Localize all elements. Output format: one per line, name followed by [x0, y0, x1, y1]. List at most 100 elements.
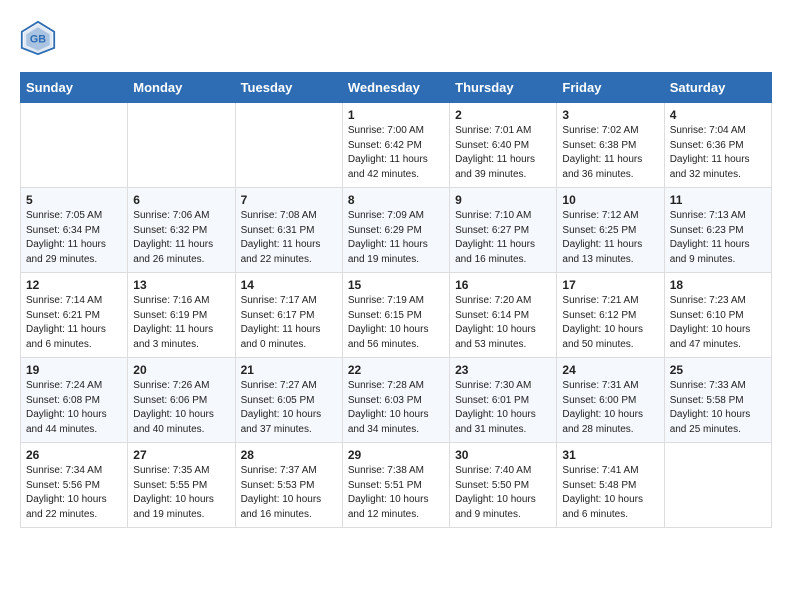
day-number: 6: [133, 193, 229, 207]
calendar-day-16: 16 Sunrise: 7:20 AMSunset: 6:14 PMDayligh…: [450, 273, 557, 358]
svg-text:GB: GB: [30, 34, 46, 46]
empty-cell: [664, 443, 771, 528]
logo: GB: [20, 20, 60, 56]
calendar-day-4: 4Sunrise: 7:04 AMSunset: 6:36 PMDaylight…: [664, 103, 771, 188]
day-number: 3: [562, 108, 658, 122]
day-header-monday: Monday: [128, 73, 235, 103]
day-number: 28: [241, 448, 337, 462]
day-number: 18: [670, 278, 766, 292]
calendar-day-22: 22 Sunrise: 7:28 AMSunset: 6:03 PMDayligh…: [342, 358, 449, 443]
day-number: 20: [133, 363, 229, 377]
calendar-week-row: 5Sunrise: 7:05 AMSunset: 6:34 PMDaylight…: [21, 188, 772, 273]
day-info: Sunrise: 7:23 AMSunset: 6:10 PMDaylight:…: [670, 294, 766, 352]
day-number: 16: [455, 278, 551, 292]
day-number: 9: [455, 193, 551, 207]
day-info: Sunrise: 7:02 AMSunset: 6:38 PMDaylight:…: [562, 124, 658, 182]
day-number: 24: [562, 363, 658, 377]
calendar-day-5: 5Sunrise: 7:05 AMSunset: 6:34 PMDaylight…: [21, 188, 128, 273]
day-number: 27: [133, 448, 229, 462]
calendar-week-row: 12Sunrise: 7:14 AMSunset: 6:21 PMDayligh…: [21, 273, 772, 358]
day-info: Sunrise: 7:00 AMSunset: 6:42 PMDaylight:…: [348, 124, 444, 182]
calendar-day-9: 9Sunrise: 7:10 AMSunset: 6:27 PMDaylight…: [450, 188, 557, 273]
day-number: 2: [455, 108, 551, 122]
calendar-table: SundayMondayTuesdayWednesdayThursdayFrid…: [20, 72, 772, 528]
calendar-day-27: 27 Sunrise: 7:35 AMSunset: 5:55 PMDayligh…: [128, 443, 235, 528]
day-info: Sunrise: 7:09 AMSunset: 6:29 PMDaylight:…: [348, 209, 444, 267]
empty-cell: [21, 103, 128, 188]
day-number: 10: [562, 193, 658, 207]
calendar-day-26: 26 Sunrise: 7:34 AMSunset: 5:56 PMDayligh…: [21, 443, 128, 528]
day-info: Sunrise: 7:31 AMSunset: 6:00 PMDaylight:…: [562, 379, 658, 437]
calendar-day-7: 7 Sunrise: 7:08 AMSunset: 6:31 PMDaylight…: [235, 188, 342, 273]
calendar-day-11: 11 Sunrise: 7:13 AMSunset: 6:23 PMDayligh…: [664, 188, 771, 273]
day-number: 29: [348, 448, 444, 462]
day-number: 12: [26, 278, 122, 292]
calendar-day-20: 20 Sunrise: 7:26 AMSunset: 6:06 PMDayligh…: [128, 358, 235, 443]
calendar-header-row: SundayMondayTuesdayWednesdayThursdayFrid…: [21, 73, 772, 103]
day-info: Sunrise: 7:26 AMSunset: 6:06 PMDaylight:…: [133, 379, 229, 437]
day-number: 4: [670, 108, 766, 122]
day-info: Sunrise: 7:20 AMSunset: 6:14 PMDaylight:…: [455, 294, 551, 352]
day-number: 31: [562, 448, 658, 462]
day-number: 1: [348, 108, 444, 122]
calendar-day-23: 23Sunrise: 7:30 AMSunset: 6:01 PMDayligh…: [450, 358, 557, 443]
calendar-day-19: 19 Sunrise: 7:24 AMSunset: 6:08 PMDayligh…: [21, 358, 128, 443]
day-info: Sunrise: 7:12 AMSunset: 6:25 PMDaylight:…: [562, 209, 658, 267]
day-header-thursday: Thursday: [450, 73, 557, 103]
day-info: Sunrise: 7:24 AMSunset: 6:08 PMDaylight:…: [26, 379, 122, 437]
calendar-day-10: 10 Sunrise: 7:12 AMSunset: 6:25 PMDayligh…: [557, 188, 664, 273]
day-number: 22: [348, 363, 444, 377]
calendar-day-30: 30 Sunrise: 7:40 AMSunset: 5:50 PMDayligh…: [450, 443, 557, 528]
day-info: Sunrise: 7:34 AMSunset: 5:56 PMDaylight:…: [26, 464, 122, 522]
day-info: Sunrise: 7:08 AMSunset: 6:31 PMDaylight:…: [241, 209, 337, 267]
day-header-saturday: Saturday: [664, 73, 771, 103]
calendar-day-21: 21Sunrise: 7:27 AMSunset: 6:05 PMDayligh…: [235, 358, 342, 443]
day-info: Sunrise: 7:30 AMSunset: 6:01 PMDaylight:…: [455, 379, 551, 437]
day-number: 26: [26, 448, 122, 462]
day-number: 8: [348, 193, 444, 207]
day-info: Sunrise: 7:37 AMSunset: 5:53 PMDaylight:…: [241, 464, 337, 522]
day-info: Sunrise: 7:01 AMSunset: 6:40 PMDaylight:…: [455, 124, 551, 182]
day-info: Sunrise: 7:13 AMSunset: 6:23 PMDaylight:…: [670, 209, 766, 267]
day-info: Sunrise: 7:17 AMSunset: 6:17 PMDaylight:…: [241, 294, 337, 352]
day-header-wednesday: Wednesday: [342, 73, 449, 103]
day-info: Sunrise: 7:33 AMSunset: 5:58 PMDaylight:…: [670, 379, 766, 437]
day-number: 19: [26, 363, 122, 377]
calendar-day-25: 25 Sunrise: 7:33 AMSunset: 5:58 PMDayligh…: [664, 358, 771, 443]
day-info: Sunrise: 7:38 AMSunset: 5:51 PMDaylight:…: [348, 464, 444, 522]
empty-cell: [128, 103, 235, 188]
day-number: 15: [348, 278, 444, 292]
calendar-day-18: 18 Sunrise: 7:23 AMSunset: 6:10 PMDayligh…: [664, 273, 771, 358]
day-number: 14: [241, 278, 337, 292]
day-number: 25: [670, 363, 766, 377]
calendar-day-14: 14 Sunrise: 7:17 AMSunset: 6:17 PMDayligh…: [235, 273, 342, 358]
calendar-day-12: 12Sunrise: 7:14 AMSunset: 6:21 PMDayligh…: [21, 273, 128, 358]
calendar-week-row: 19 Sunrise: 7:24 AMSunset: 6:08 PMDayligh…: [21, 358, 772, 443]
day-info: Sunrise: 7:28 AMSunset: 6:03 PMDaylight:…: [348, 379, 444, 437]
day-info: Sunrise: 7:40 AMSunset: 5:50 PMDaylight:…: [455, 464, 551, 522]
day-number: 13: [133, 278, 229, 292]
day-info: Sunrise: 7:06 AMSunset: 6:32 PMDaylight:…: [133, 209, 229, 267]
day-number: 17: [562, 278, 658, 292]
page: GB SundayMondayTuesdayWednesdayThursdayF…: [0, 0, 792, 548]
calendar-day-2: 2 Sunrise: 7:01 AMSunset: 6:40 PMDaylight…: [450, 103, 557, 188]
calendar-day-1: 1 Sunrise: 7:00 AMSunset: 6:42 PMDaylight…: [342, 103, 449, 188]
day-header-tuesday: Tuesday: [235, 73, 342, 103]
day-info: Sunrise: 7:05 AMSunset: 6:34 PMDaylight:…: [26, 209, 122, 267]
day-info: Sunrise: 7:41 AMSunset: 5:48 PMDaylight:…: [562, 464, 658, 522]
logo-icon: GB: [20, 20, 56, 56]
calendar-day-31: 31 Sunrise: 7:41 AMSunset: 5:48 PMDayligh…: [557, 443, 664, 528]
day-number: 7: [241, 193, 337, 207]
day-number: 30: [455, 448, 551, 462]
day-info: Sunrise: 7:21 AMSunset: 6:12 PMDaylight:…: [562, 294, 658, 352]
day-info: Sunrise: 7:35 AMSunset: 5:55 PMDaylight:…: [133, 464, 229, 522]
day-info: Sunrise: 7:19 AMSunset: 6:15 PMDaylight:…: [348, 294, 444, 352]
calendar-week-row: 26 Sunrise: 7:34 AMSunset: 5:56 PMDayligh…: [21, 443, 772, 528]
calendar-day-28: 28 Sunrise: 7:37 AMSunset: 5:53 PMDayligh…: [235, 443, 342, 528]
day-number: 21: [241, 363, 337, 377]
calendar-day-15: 15 Sunrise: 7:19 AMSunset: 6:15 PMDayligh…: [342, 273, 449, 358]
header: GB: [20, 20, 772, 56]
calendar-day-17: 17 Sunrise: 7:21 AMSunset: 6:12 PMDayligh…: [557, 273, 664, 358]
day-number: 11: [670, 193, 766, 207]
calendar-day-6: 6 Sunrise: 7:06 AMSunset: 6:32 PMDaylight…: [128, 188, 235, 273]
